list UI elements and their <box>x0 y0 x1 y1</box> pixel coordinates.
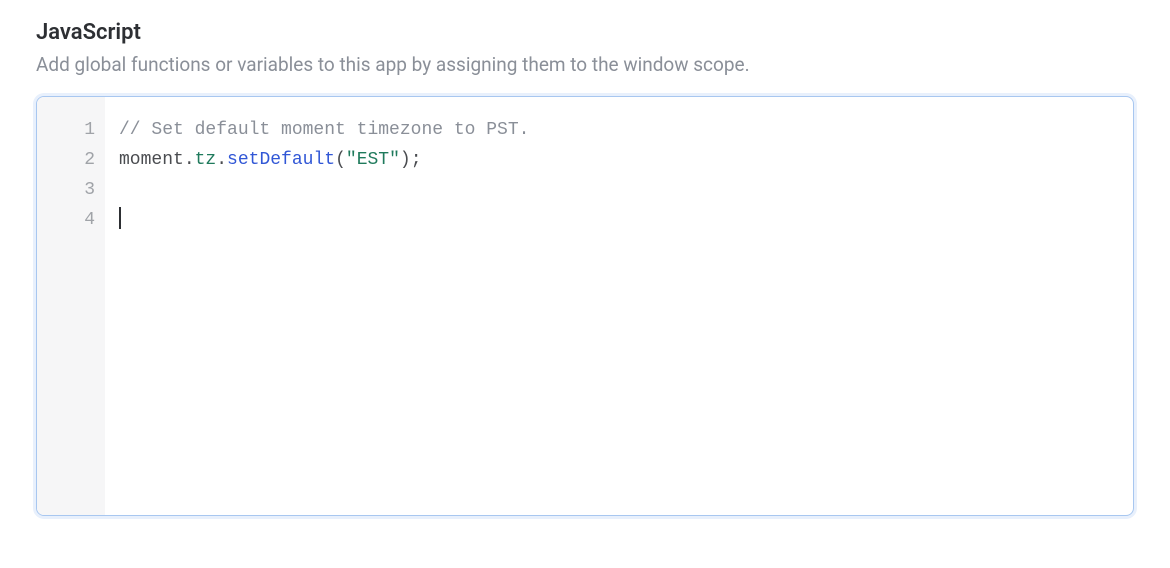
line-number: 2 <box>63 145 95 175</box>
line-number-gutter: 1 2 3 4 <box>37 97 105 515</box>
section-subtitle: Add global functions or variables to thi… <box>36 53 1134 76</box>
line-number: 3 <box>63 175 95 205</box>
code-token-string: "EST" <box>346 150 400 170</box>
line-number: 1 <box>63 115 95 145</box>
code-content[interactable]: // Set default moment timezone to PST. mo… <box>105 97 1133 515</box>
code-token-semicolon: ; <box>411 150 422 170</box>
code-editor[interactable]: 1 2 3 4 // Set default moment timezone t… <box>36 96 1134 516</box>
code-line <box>119 205 1119 235</box>
code-token-dot: . <box>216 150 227 170</box>
code-line: moment.tz.setDefault("EST"); <box>119 145 1119 175</box>
code-token-paren: ) <box>400 150 411 170</box>
code-token-paren: ( <box>335 150 346 170</box>
section-title: JavaScript <box>36 20 1134 45</box>
code-token-method: setDefault <box>227 150 335 170</box>
code-token-property: tz <box>195 150 217 170</box>
line-number: 4 <box>63 205 95 235</box>
text-cursor <box>119 207 121 229</box>
code-line <box>119 175 1119 205</box>
code-line: // Set default moment timezone to PST. <box>119 115 1119 145</box>
code-token-dot: . <box>184 150 195 170</box>
code-token-object: moment <box>119 150 184 170</box>
code-comment: // Set default moment timezone to PST. <box>119 120 529 140</box>
